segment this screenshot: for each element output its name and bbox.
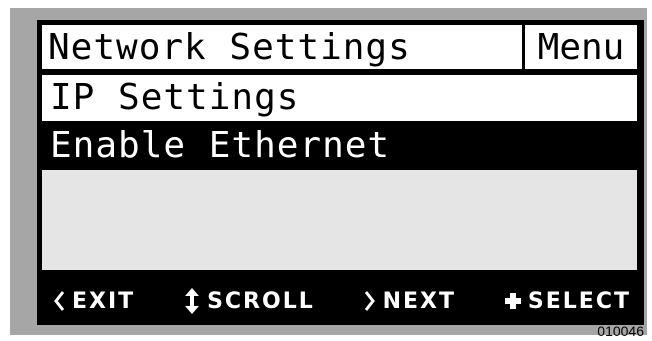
softkey-next-label: NEXT [382,288,457,314]
softkey-bar: EXIT SCROLL NEXT SELECT [42,282,637,320]
menu-tag: Menu [522,25,637,69]
menu-item-enable-ethernet[interactable]: Enable Ethernet [42,123,637,169]
softkey-scroll[interactable]: SCROLL [183,287,315,315]
chevron-left-icon [52,289,66,313]
softkey-select[interactable]: SELECT [504,289,631,314]
menu-item-ip-settings[interactable]: IP Settings [42,75,637,121]
softkey-scroll-label: SCROLL [207,288,315,314]
softkey-exit-label: EXIT [72,288,136,314]
chevron-right-icon [363,289,377,313]
figure-id: 010046 [597,323,644,339]
softkey-exit[interactable]: EXIT [52,289,135,314]
softkey-select-label: SELECT [527,288,631,314]
plus-icon [504,292,522,310]
title-divider [42,69,637,74]
page-title: Network Settings [48,27,411,68]
softkey-next[interactable]: NEXT [363,289,456,314]
title-bar: Network Settings Menu [42,25,637,69]
up-down-arrow-icon [183,287,201,315]
empty-menu-area [42,170,637,270]
